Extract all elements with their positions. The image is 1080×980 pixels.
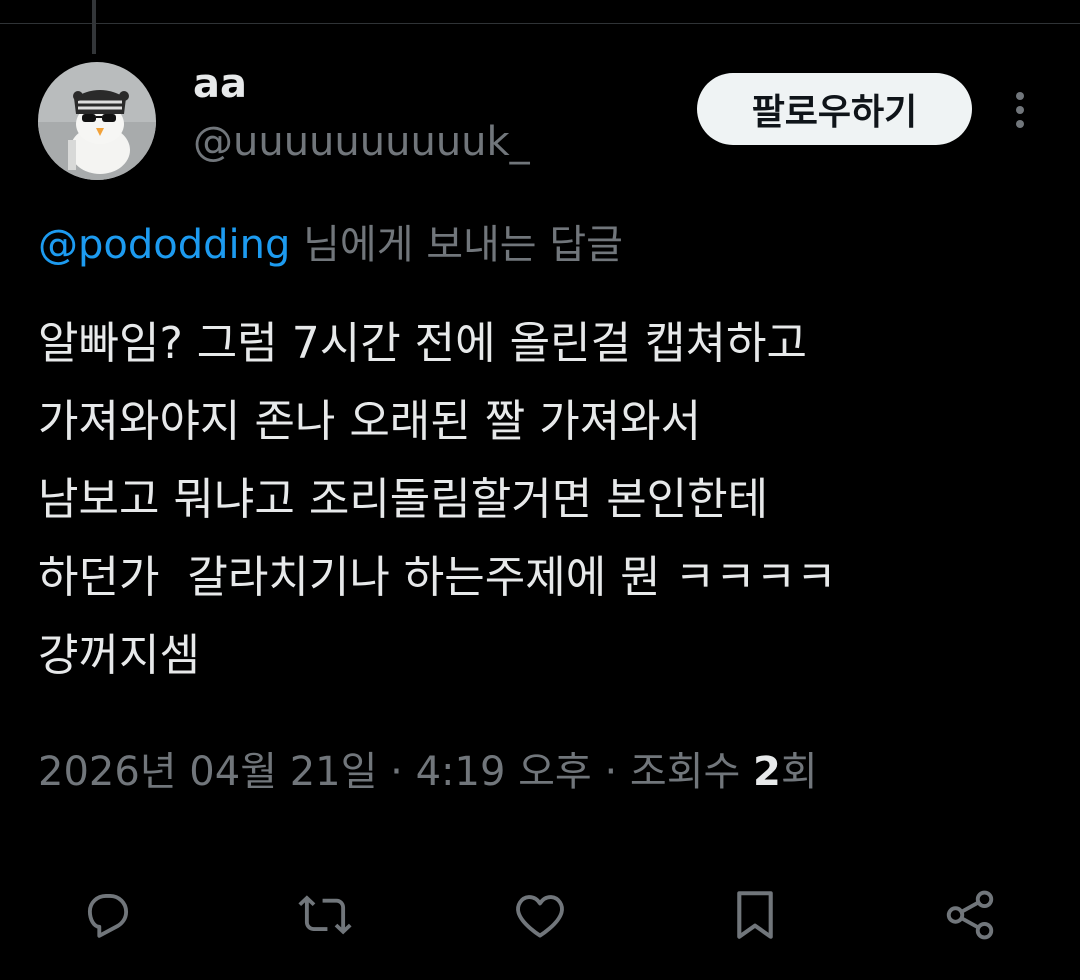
- more-options-button[interactable]: [1000, 86, 1040, 134]
- tweet-meta: 2026년 04월 21일 · 4:19 오후 · 조회수 2회: [38, 742, 818, 802]
- bookmark-button[interactable]: [720, 880, 790, 950]
- reply-button[interactable]: [73, 880, 143, 950]
- avatar[interactable]: [38, 62, 156, 180]
- like-button[interactable]: [505, 880, 575, 950]
- author-display-name[interactable]: aa: [193, 60, 247, 108]
- reply-mention-link[interactable]: @pododding: [38, 222, 290, 268]
- reply-icon: [87, 893, 129, 938]
- views-unit: 회: [780, 749, 818, 795]
- heart-icon: [516, 895, 564, 938]
- avatar-image: [38, 62, 156, 180]
- thread-connector-line: [92, 0, 96, 54]
- bookmark-icon: [737, 891, 773, 939]
- tweet-text: 알빠임? 그럼 7시간 전에 올린걸 캡쳐하고 가져와야지 존나 오래된 짤 가…: [38, 305, 1048, 695]
- share-icon: [946, 890, 994, 940]
- more-vertical-icon: [1016, 92, 1024, 128]
- top-divider: [0, 23, 1080, 24]
- tweet-date[interactable]: 2026년 04월 21일: [38, 749, 377, 795]
- action-bar: [0, 880, 1080, 950]
- follow-button[interactable]: 팔로우하기: [697, 73, 972, 145]
- retweet-button[interactable]: [290, 880, 360, 950]
- views-count: 2: [753, 749, 781, 795]
- tweet-text-line: 하던가 갈라치기나 하는주제에 뭔 ㅋㅋㅋㅋ: [38, 552, 837, 603]
- share-button[interactable]: [935, 880, 1005, 950]
- meta-separator: ·: [591, 749, 630, 795]
- tweet-text-line: 가져와야지 존나 오래된 짤 가져와서: [38, 396, 702, 447]
- tweet-text-line: 알빠임? 그럼 7시간 전에 올린걸 캡쳐하고: [38, 318, 807, 369]
- reply-context-suffix: 님에게 보내는 답글: [290, 222, 623, 268]
- tweet-text-line: 걍꺼지셈: [38, 630, 200, 681]
- meta-separator: ·: [377, 749, 416, 795]
- tweet-time[interactable]: 4:19 오후: [416, 749, 592, 795]
- reply-context: @pododding 님에게 보내는 답글: [38, 218, 623, 272]
- views-label: 조회수: [629, 749, 754, 795]
- author-handle[interactable]: @uuuuuuuuuuk_: [193, 118, 530, 166]
- retweet-icon: [298, 895, 352, 935]
- tweet-text-line: 남보고 뭐냐고 조리돌림할거면 본인한테: [38, 474, 769, 525]
